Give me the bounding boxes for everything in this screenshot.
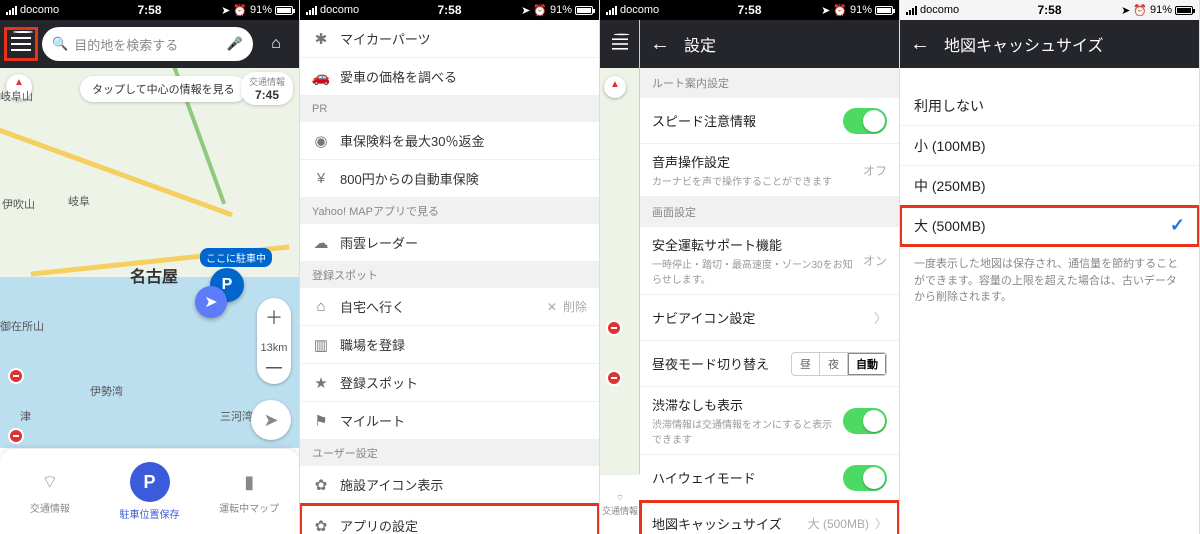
toggle-switch[interactable] xyxy=(843,465,887,491)
no-entry-icon xyxy=(8,428,24,444)
shield-icon: ◉ xyxy=(312,132,330,150)
segmented-control[interactable]: 昼夜自動 xyxy=(791,352,887,376)
briefcase-icon: ▥ xyxy=(312,336,330,354)
parking-icon: P xyxy=(130,462,170,502)
locate-button[interactable]: ➤ xyxy=(251,400,291,440)
zoom-controls: ＋ 13km － xyxy=(257,298,291,384)
search-placeholder: 目的地を検索する xyxy=(74,35,221,54)
drawer-item-mycarparts[interactable]: ✱マイカーパーツ xyxy=(300,20,599,58)
section-user: ユーザー設定 xyxy=(300,440,599,466)
alarm-icon: ⏰ xyxy=(233,4,247,17)
chevron-right-icon: 〉 xyxy=(874,308,887,327)
car-icon: 🚗 xyxy=(312,68,330,86)
option-medium[interactable]: 中 (250MB) xyxy=(900,166,1199,206)
option-description: 一度表示した地図は保存され、通信量を節約することができます。容量の上限を超えた場… xyxy=(900,246,1199,316)
status-time: 7:58 xyxy=(102,3,198,17)
back-button[interactable]: ← xyxy=(650,33,670,56)
tab-traffic[interactable]: ⌔交通情報 xyxy=(600,474,640,534)
drawer-item-car-price[interactable]: 🚗愛車の価格を調べる xyxy=(300,58,599,96)
status-bar: docomo 7:58 ➤⏰91% xyxy=(600,0,899,20)
section-screen: 画面設定 xyxy=(640,197,899,227)
carrier: docomo xyxy=(20,4,59,16)
section-pr: PR xyxy=(300,96,599,122)
drawer-item-favorite-spot[interactable]: ★登録スポット xyxy=(300,364,599,402)
setting-nav-icon[interactable]: ナビアイコン設定〉 xyxy=(640,295,899,341)
section-route: ルート案内設定 xyxy=(640,68,899,98)
wifi-icon: ⌔ xyxy=(36,468,64,496)
section-spots: 登録スポット xyxy=(300,262,599,288)
wifi-icon: ⌔ xyxy=(616,493,624,504)
map[interactable]: タップして中心の情報を見る 交通情報 7:45 名古屋 岐阜山 岐阜 伊吹山 御… xyxy=(0,68,299,448)
yen-icon: ¥ xyxy=(312,170,330,188)
page-title: 地図キャッシュサイズ xyxy=(944,32,1104,56)
setting-day-night[interactable]: 昼夜モード切り替え昼夜自動 xyxy=(640,341,899,387)
check-icon: ✓ xyxy=(1170,215,1185,236)
signal-icon xyxy=(6,6,17,15)
flag-icon: ⚑ xyxy=(312,412,330,430)
status-bar: docomo 7:58 ➤⏰91% xyxy=(300,0,599,20)
tab-drive-map[interactable]: ▮運転中マップ xyxy=(199,449,299,534)
setting-highway-mode[interactable]: ハイウェイモード xyxy=(640,455,899,501)
gear-icon: ✿ xyxy=(312,517,330,534)
menu-button[interactable] xyxy=(608,32,632,56)
chevron-right-icon: 〉 xyxy=(875,515,887,532)
gear-icon: ✱ xyxy=(312,30,330,48)
city-label: 名古屋 xyxy=(130,263,178,287)
map-icon: ▮ xyxy=(235,468,263,496)
tab-traffic[interactable]: ⌔交通情報 xyxy=(0,449,100,534)
no-entry-icon xyxy=(606,370,622,386)
no-entry-icon xyxy=(8,368,24,384)
drawer-item-rain-radar[interactable]: ☁雨雲レーダー xyxy=(300,224,599,262)
drawer-item-register-work[interactable]: ▥職場を登録 xyxy=(300,326,599,364)
section-yahoo: Yahoo! MAPアプリで見る xyxy=(300,198,599,224)
settings-header: ← 地図キャッシュサイズ xyxy=(900,20,1199,68)
drawer-item-myroute[interactable]: ⚑マイルート xyxy=(300,402,599,440)
no-entry-icon xyxy=(606,320,622,336)
close-icon[interactable]: ✕ xyxy=(547,300,557,314)
drawer-item-facility-icons[interactable]: ✿施設アイコン表示 xyxy=(300,466,599,504)
drawer-item-insurance-800[interactable]: ¥800円からの自動車保険 xyxy=(300,160,599,198)
search-input[interactable]: 🔍 目的地を検索する 🎤 xyxy=(42,27,253,61)
back-button[interactable]: ← xyxy=(910,33,930,56)
bottom-tab-bar: ⌔交通情報 P駐車位置保存 ▮運転中マップ xyxy=(0,448,299,534)
drawer-item-go-home[interactable]: ⌂自宅へ行く✕削除 xyxy=(300,288,599,326)
option-large[interactable]: 大 (500MB)✓ xyxy=(900,206,1199,246)
zoom-in-button[interactable]: ＋ xyxy=(257,298,291,336)
gear-icon: ✿ xyxy=(312,476,330,494)
tab-parking[interactable]: P駐車位置保存 xyxy=(100,449,200,534)
status-bar: docomo 7:58 ➤⏰91% xyxy=(900,0,1199,20)
parking-badge[interactable]: ここに駐車中 xyxy=(200,248,272,267)
toggle-switch[interactable] xyxy=(843,108,887,134)
option-small[interactable]: 小 (100MB) xyxy=(900,126,1199,166)
drawer-item-insurance-refund[interactable]: ◉車保険料を最大30％返金 xyxy=(300,122,599,160)
battery-icon xyxy=(275,6,293,15)
compass-icon xyxy=(604,76,626,98)
signal-icon xyxy=(306,6,317,15)
settings-header: ← 設定 xyxy=(640,20,899,68)
location-icon: ➤ xyxy=(221,4,230,17)
current-position-icon[interactable] xyxy=(195,286,227,318)
setting-speed-alert[interactable]: スピード注意情報 xyxy=(640,98,899,144)
home-button[interactable]: ⌂ xyxy=(259,27,293,61)
battery-pct: 91% xyxy=(250,4,272,16)
star-icon: ★ xyxy=(312,374,330,392)
map-hint-bubble[interactable]: タップして中心の情報を見る xyxy=(80,76,247,102)
cloud-icon: ☁ xyxy=(312,234,330,252)
toggle-switch[interactable] xyxy=(843,408,887,434)
setting-safe-drive[interactable]: 安全運転サポート機能一時停止・踏切・最高速度・ゾーン30をお知らせします。オン xyxy=(640,227,899,295)
setting-voice-control[interactable]: 音声操作設定カーナビを声で操作することができますオフ xyxy=(640,144,899,197)
page-title: 設定 xyxy=(684,32,716,56)
home-icon: ⌂ xyxy=(312,298,330,316)
mic-icon[interactable]: 🎤 xyxy=(227,36,243,52)
menu-button[interactable] xyxy=(6,29,36,59)
setting-no-jam[interactable]: 渋滞なしも表示渋滞情報は交通情報をオンにすると表示できます xyxy=(640,387,899,455)
traffic-info-bubble[interactable]: 交通情報 7:45 xyxy=(241,72,293,105)
drawer-item-app-settings[interactable]: ✿アプリの設定 xyxy=(300,504,599,534)
map-sliver xyxy=(600,20,640,534)
setting-map-cache-size[interactable]: 地図キャッシュサイズ大 (500MB)〉 xyxy=(640,501,899,534)
status-bar: docomo 7:58 ➤⏰91% xyxy=(0,0,299,20)
option-none[interactable]: 利用しない xyxy=(900,86,1199,126)
search-icon: 🔍 xyxy=(52,36,68,52)
